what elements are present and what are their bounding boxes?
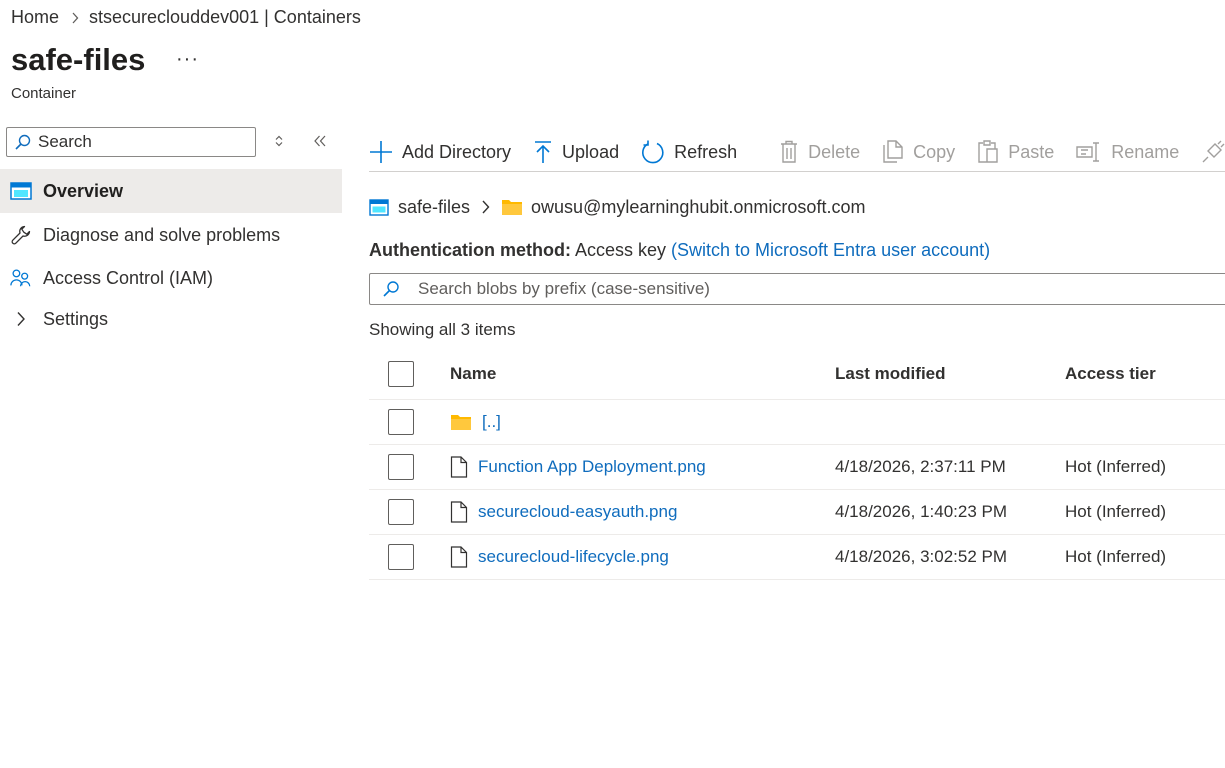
select-all-checkbox[interactable] xyxy=(388,360,414,387)
blob-name-link[interactable]: securecloud-lifecycle.png xyxy=(478,547,669,567)
last-modified: 4/18/2026, 3:02:52 PM xyxy=(835,547,1008,566)
copy-icon xyxy=(882,140,913,164)
sidebar-item-settings[interactable]: Settings xyxy=(0,297,342,341)
switch-auth-link[interactable]: (Switch to Microsoft Entra user account) xyxy=(671,240,990,260)
search-icon xyxy=(370,280,401,298)
wrench-icon xyxy=(10,224,32,246)
rename-label: Rename xyxy=(1111,141,1180,162)
copy-button[interactable]: Copy xyxy=(882,140,955,164)
auth-value: Access key xyxy=(574,240,667,260)
sidebar-item-overview[interactable]: Overview xyxy=(0,169,342,213)
search-icon xyxy=(7,133,32,151)
container-icon xyxy=(369,198,389,216)
chevron-right-icon xyxy=(481,200,490,214)
blob-table: Name Last modified Access tier [..] Func… xyxy=(369,348,1225,580)
container-icon xyxy=(10,180,32,202)
collapse-sidebar-icon[interactable] xyxy=(313,134,327,148)
breadcrumb: Home stsecureclouddev001 | Containers xyxy=(11,7,361,28)
access-tier: Hot (Inferred) xyxy=(1065,457,1167,476)
rename-button[interactable]: Rename xyxy=(1076,141,1179,163)
rename-icon xyxy=(1076,141,1111,163)
blob-name-link[interactable]: Function App Deployment.png xyxy=(478,457,706,477)
column-header-access-tier[interactable]: Access tier xyxy=(1065,348,1156,399)
trash-icon xyxy=(779,140,808,164)
column-header-name[interactable]: Name xyxy=(450,348,496,399)
upload-button[interactable]: Upload xyxy=(533,140,619,164)
add-directory-button[interactable]: Add Directory xyxy=(369,140,511,164)
sidebar-item-label: Diagnose and solve problems xyxy=(43,224,281,245)
more-options-button[interactable]: ··· xyxy=(176,48,199,71)
breadcrumb-home[interactable]: Home xyxy=(11,7,59,28)
page-subtitle: Container xyxy=(11,85,77,102)
refresh-label: Refresh xyxy=(674,141,738,162)
expand-collapse-icon[interactable] xyxy=(273,134,285,148)
paste-label: Paste xyxy=(1008,141,1055,162)
folder-icon xyxy=(450,413,482,431)
delete-button[interactable]: Delete xyxy=(779,140,860,164)
link-icon xyxy=(1201,140,1225,164)
auth-label: Authentication method: xyxy=(369,240,571,260)
plus-icon xyxy=(369,140,402,164)
row-checkbox[interactable] xyxy=(388,499,414,525)
folder-icon xyxy=(501,198,523,216)
row-checkbox[interactable] xyxy=(388,409,414,435)
file-icon xyxy=(450,501,478,523)
sidebar-item-access-control[interactable]: Access Control (IAM) xyxy=(0,256,342,300)
add-directory-label: Add Directory xyxy=(402,141,512,162)
paste-button[interactable]: Paste xyxy=(977,140,1054,164)
path-folder: owusu@mylearninghubit.onmicrosoft.com xyxy=(531,196,866,217)
toolbar-divider-line xyxy=(369,171,1225,172)
upload-icon xyxy=(533,140,562,164)
table-row: securecloud-easyauth.png 4/18/2026, 1:40… xyxy=(369,490,1225,535)
authentication-method: Authentication method: Access key (Switch … xyxy=(369,240,990,261)
column-header-last-modified[interactable]: Last modified xyxy=(835,348,946,399)
file-icon xyxy=(450,546,478,568)
table-row: Function App Deployment.png 4/18/2026, 2… xyxy=(369,445,1225,490)
delete-label: Delete xyxy=(808,141,861,162)
breadcrumb-account[interactable]: stsecureclouddev001 | Containers xyxy=(89,7,361,28)
page-title: safe-files xyxy=(11,42,146,77)
paste-icon xyxy=(977,140,1008,164)
chevron-right-icon xyxy=(10,308,32,330)
access-tier: Hot (Inferred) xyxy=(1065,547,1167,566)
path-container-link[interactable]: safe-files xyxy=(398,197,470,218)
table-header: Name Last modified Access tier xyxy=(369,348,1225,400)
last-modified: 4/18/2026, 2:37:11 PM xyxy=(835,457,1006,476)
blob-path: safe-files owusu@mylearninghubit.onmicro… xyxy=(369,194,865,220)
last-modified: 4/18/2026, 1:40:23 PM xyxy=(835,502,1008,521)
item-count: Showing all 3 items xyxy=(369,320,516,339)
blob-name-link[interactable]: securecloud-easyauth.png xyxy=(478,502,677,522)
sidebar-search-input[interactable] xyxy=(38,132,238,152)
sidebar-item-label: Settings xyxy=(43,308,109,329)
copy-label: Copy xyxy=(913,141,956,162)
sidebar-item-diagnose[interactable]: Diagnose and solve problems xyxy=(0,213,342,257)
sidebar-item-label: Overview xyxy=(43,180,124,201)
refresh-button[interactable]: Refresh xyxy=(641,140,737,164)
upload-label: Upload xyxy=(562,141,620,162)
sidebar-item-label: Access Control (IAM) xyxy=(43,267,214,288)
chevron-right-icon xyxy=(71,12,79,24)
access-tier: Hot (Inferred) xyxy=(1065,502,1167,521)
refresh-icon xyxy=(641,140,674,164)
parent-directory-link[interactable]: [..] xyxy=(482,412,501,432)
blob-search xyxy=(369,273,1225,305)
table-row: securecloud-lifecycle.png 4/18/2026, 3:0… xyxy=(369,535,1225,580)
table-row: [..] xyxy=(369,400,1225,445)
row-checkbox[interactable] xyxy=(388,544,414,570)
link-button[interactable] xyxy=(1201,140,1225,164)
file-icon xyxy=(450,456,478,478)
sidebar-search xyxy=(6,127,256,157)
row-checkbox[interactable] xyxy=(388,454,414,480)
blob-search-input[interactable] xyxy=(418,279,1118,299)
people-icon xyxy=(10,267,32,289)
command-bar: Add Directory Upload Refresh Delete Copy… xyxy=(369,133,1225,171)
